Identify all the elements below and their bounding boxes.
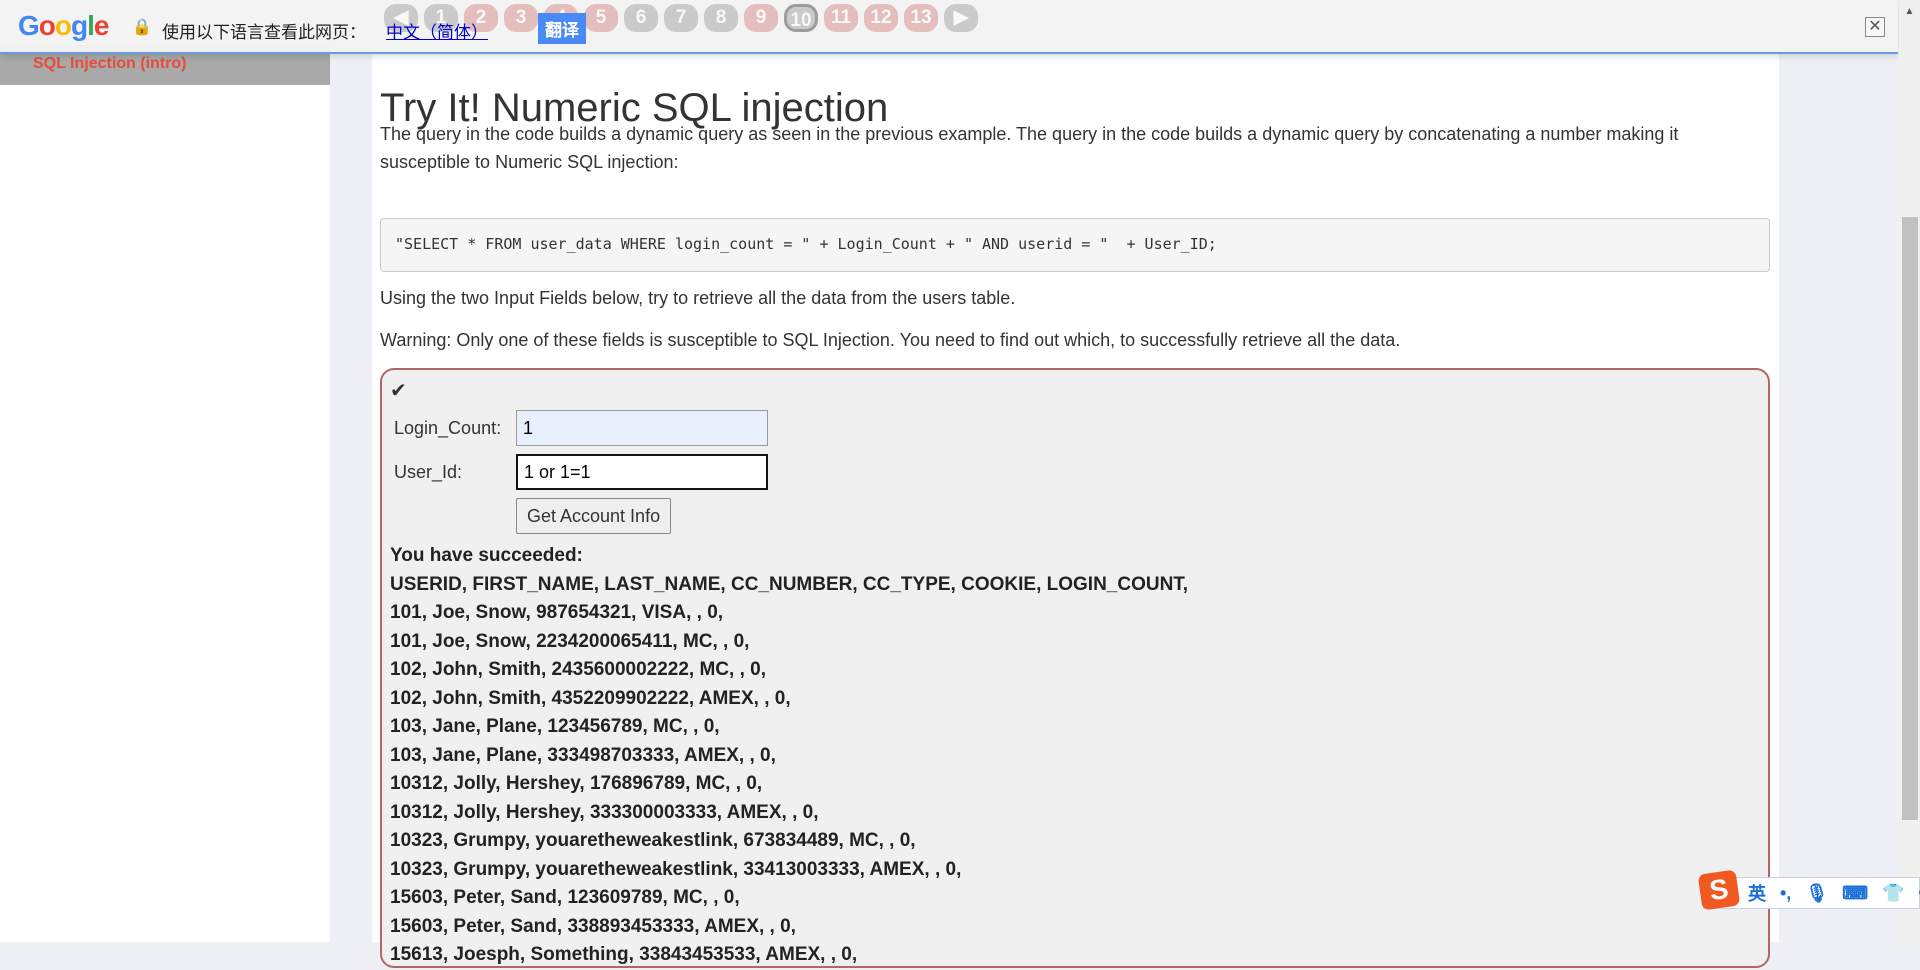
page-7[interactable]: 7 <box>664 4 698 32</box>
result-row: 102, John, Smith, 2435600002222, MC, , 0… <box>390 659 766 680</box>
user-id-label: User_Id: <box>394 462 463 482</box>
result-row: 10323, Grumpy, youaretheweakestlink, 334… <box>390 858 962 880</box>
result-row: 103, Jane, Plane, 333498703333, AMEX, , … <box>390 744 776 766</box>
intro-text: The query in the code builds a dynamic q… <box>380 124 1679 172</box>
get-account-info-button[interactable]: Get Account Info <box>516 498 672 534</box>
lock-icon: 🔒 <box>132 19 152 36</box>
result-row: 10312, Jolly, Hershey, 176896789, MC, , … <box>390 773 763 794</box>
check-icon: ✔ <box>390 380 407 402</box>
google-logo: Google <box>18 10 109 41</box>
gutter <box>330 0 372 942</box>
instruction-text: Using the two Input Fields below, try to… <box>380 288 1016 308</box>
close-icon[interactable]: ✕ <box>1865 17 1885 37</box>
microphone-icon[interactable]: 🎙 <box>1805 883 1828 904</box>
page-9[interactable]: 9 <box>744 4 778 32</box>
translate-button[interactable]: 翻译 <box>538 13 586 44</box>
result-row: 101, Joe, Snow, 2234200065411, MC, , 0, <box>390 630 750 652</box>
result-row: 15603, Peter, Sand, 123609789, MC, , 0, <box>390 887 740 908</box>
user-id-input[interactable] <box>516 454 768 490</box>
punctuation-icon[interactable]: •, <box>1780 883 1791 904</box>
query-output: You have succeeded: USERID, FIRST_NAME, … <box>390 542 1188 970</box>
translate-bar: ◀ 12345678910111213 ▶ Google 🔒 使用以下语言查看此… <box>0 0 1898 54</box>
result-row: 10323, Grumpy, youaretheweakestlink, 673… <box>390 830 916 851</box>
page-6[interactable]: 6 <box>624 4 658 32</box>
lesson-content: Try It! Numeric SQL injection The query … <box>372 0 1779 968</box>
result-row: 15613, Joesph, Something, 33843453533, A… <box>390 944 858 965</box>
warning-text: Warning: Only one of these fields is sus… <box>380 330 1401 350</box>
scrollbar-thumb[interactable] <box>1902 217 1918 820</box>
scrollbar[interactable]: ▲ <box>1899 0 1920 942</box>
login-count-input[interactable] <box>516 410 768 446</box>
page-3[interactable]: 3 <box>504 4 538 32</box>
keyboard-icon[interactable]: ⌨ <box>1842 883 1868 904</box>
page-5[interactable]: 5 <box>584 4 618 32</box>
skin-icon[interactable]: 👕 <box>1882 883 1904 904</box>
translate-message: 使用以下语言查看此网页： <box>162 23 366 42</box>
page-11[interactable]: 11 <box>824 4 858 32</box>
sogou-logo: S <box>1697 869 1741 911</box>
result-row: 101, Joe, Snow, 987654321, VISA, , 0, <box>390 602 724 623</box>
ime-mode[interactable]: 英 <box>1748 880 1766 906</box>
language-link[interactable]: 中文（简体） <box>386 18 488 43</box>
attack-form: ✔ Login_Count: User_Id: Get Account Info… <box>380 368 1770 968</box>
code-block: "SELECT * FROM user_data WHERE login_cou… <box>380 218 1770 272</box>
result-row: 102, John, Smith, 4352209902222, AMEX, ,… <box>390 687 791 709</box>
scroll-up-icon[interactable]: ▲ <box>1899 6 1920 17</box>
login-count-label: Login_Count: <box>394 418 502 438</box>
page-12[interactable]: 12 <box>864 4 898 32</box>
page-8[interactable]: 8 <box>704 4 738 32</box>
page-10[interactable]: 10 <box>784 4 818 32</box>
result-row: 15603, Peter, Sand, 338893453333, AMEX, … <box>390 915 796 937</box>
page-13[interactable]: 13 <box>904 4 938 32</box>
status-text: You have succeeded: <box>390 545 583 566</box>
result-row: 103, Jane, Plane, 123456789, MC, , 0, <box>390 716 720 737</box>
sidebar: SQL Injection (intro) <box>0 0 330 942</box>
result-row: 10312, Jolly, Hershey, 333300003333, AME… <box>390 801 819 823</box>
columns-header: USERID, FIRST_NAME, LAST_NAME, CC_NUMBER… <box>390 573 1189 595</box>
next-page-icon[interactable]: ▶ <box>944 4 978 32</box>
